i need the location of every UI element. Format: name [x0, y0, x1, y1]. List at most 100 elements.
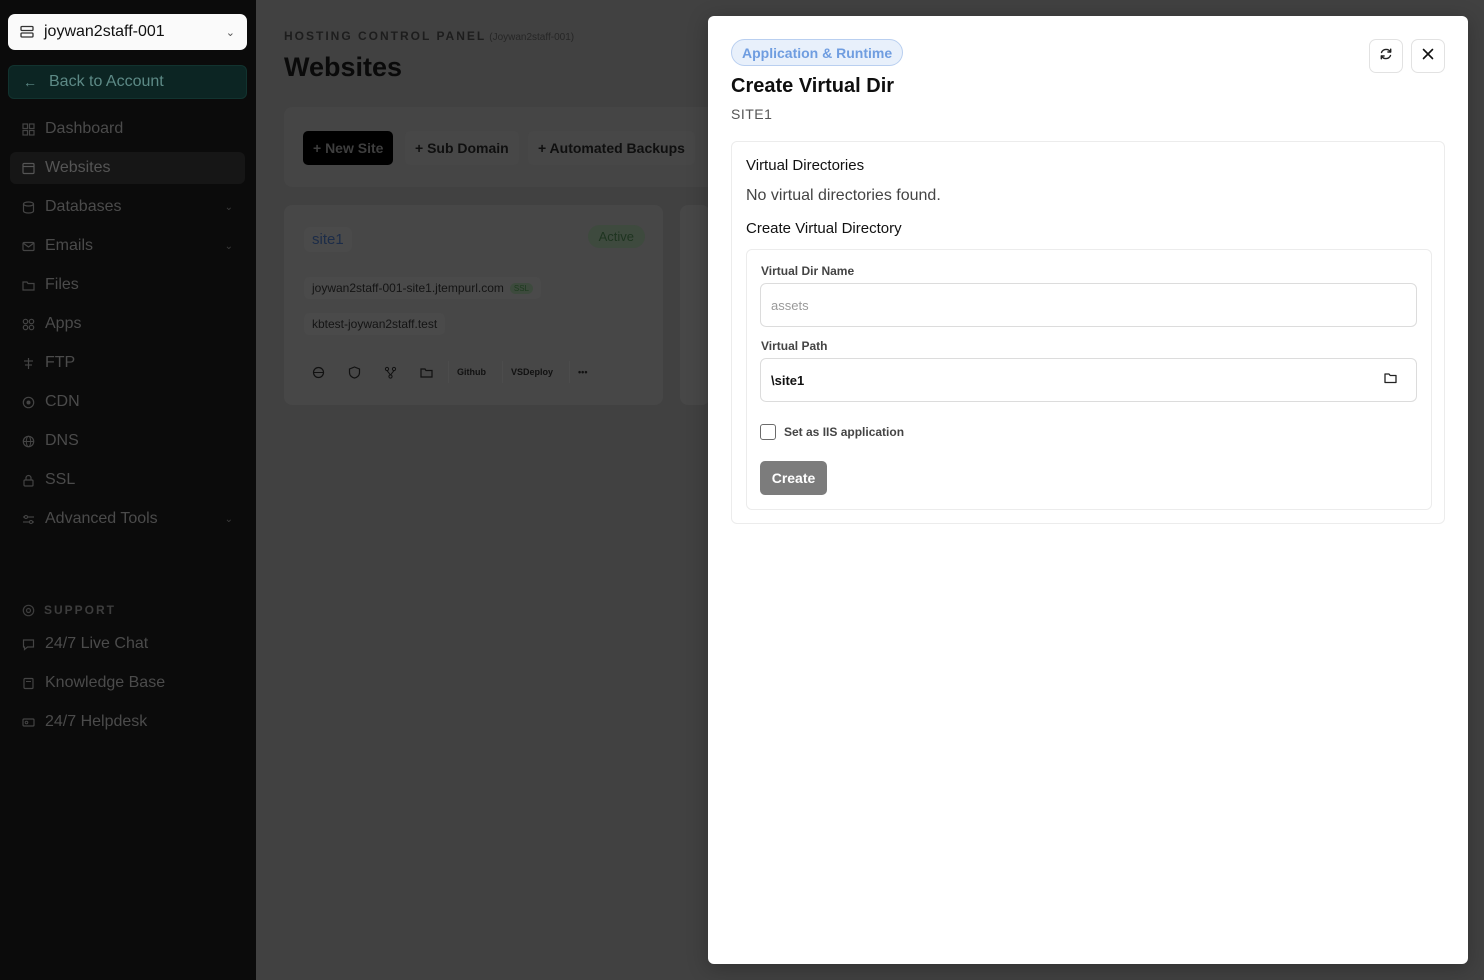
mail-icon	[22, 240, 35, 253]
close-button[interactable]	[1411, 39, 1445, 73]
sidebar-item-cdn[interactable]: CDN	[10, 386, 245, 418]
status-badge: Active	[587, 225, 645, 248]
domain-host: kbtest-joywan2staff.test	[312, 317, 438, 331]
chevron-down-icon: ⌄	[224, 513, 233, 525]
lock-icon	[22, 474, 35, 487]
site-card-actions: Github VSDeploy •••	[304, 361, 603, 383]
sidebar-item-label: Emails	[45, 237, 94, 254]
back-to-account-label: Back to Account	[49, 73, 164, 90]
book-icon	[22, 677, 35, 690]
site-card-partial	[680, 205, 710, 405]
sidebar-item-dashboard[interactable]: Dashboard	[10, 113, 245, 145]
modal-subtitle: SITE1	[731, 106, 773, 122]
sidebar-item-websites[interactable]: Websites	[10, 152, 245, 184]
virtual-path-label: Virtual Path	[761, 339, 828, 353]
git-branch-icon[interactable]	[376, 361, 404, 383]
folder-icon[interactable]	[412, 361, 440, 383]
sidebar-item-dns[interactable]: DNS	[10, 425, 245, 457]
server-icon	[20, 25, 34, 39]
ticket-icon	[22, 716, 35, 729]
sidebar-item-live-chat[interactable]: 24/7 Live Chat	[10, 628, 245, 660]
create-virtual-dir-modal: Application & Runtime Create Virtual Dir…	[708, 16, 1468, 964]
virtual-path-input[interactable]	[760, 358, 1365, 402]
sidebar-item-ssl[interactable]: SSL	[10, 464, 245, 496]
support-title-label: SUPPORT	[44, 603, 117, 617]
websites-toolbar: + New Site + Sub Domain + Automated Back…	[284, 107, 724, 187]
support-section-title: SUPPORT	[22, 603, 116, 617]
create-virtual-directory-heading: Create Virtual Directory	[746, 220, 902, 237]
grid-icon	[22, 122, 35, 136]
domain-chip[interactable]: joywan2staff-001-site1.jtempurl.com SSL	[304, 277, 541, 299]
sidebar-item-label: 24/7 Helpdesk	[45, 713, 148, 730]
new-site-button[interactable]: + New Site	[303, 131, 394, 165]
create-button[interactable]: Create	[760, 461, 827, 495]
category-badge: Application & Runtime	[731, 39, 904, 66]
globe-icon[interactable]	[304, 361, 332, 383]
sidebar-item-label: Files	[45, 276, 79, 293]
sub-domain-button[interactable]: + Sub Domain	[405, 131, 519, 165]
sidebar-item-label: FTP	[45, 354, 76, 371]
ssl-badge: SSL	[509, 282, 533, 294]
globe-icon	[22, 435, 35, 448]
page-eyebrow: HOSTING CONTROL PANEL (Joywan2staff-001)	[284, 29, 574, 43]
sidebar-item-label: Websites	[45, 159, 111, 176]
create-virtual-dir-form: Virtual Dir Name Virtual Path Set as IIS…	[746, 249, 1432, 510]
database-icon	[22, 200, 35, 214]
sidebar-item-label: Advanced Tools	[45, 510, 158, 527]
domain-chip[interactable]: kbtest-joywan2staff.test	[304, 313, 446, 335]
chevron-updown-icon: ⌄	[225, 26, 235, 39]
eyebrow-label: HOSTING CONTROL PANEL	[284, 29, 487, 43]
sidebar-item-label: Knowledge Base	[45, 674, 166, 691]
close-icon	[1422, 47, 1434, 65]
folder-icon	[1383, 371, 1397, 389]
sliders-icon	[22, 513, 35, 526]
refresh-button[interactable]	[1369, 39, 1403, 73]
page-title: Websites	[284, 52, 403, 82]
iis-application-option: Set as IIS application	[760, 424, 904, 440]
chat-icon	[22, 638, 35, 651]
iis-application-label: Set as IIS application	[784, 425, 905, 439]
sidebar-item-ftp[interactable]: FTP	[10, 347, 245, 379]
modal-title: Create Virtual Dir	[731, 75, 895, 97]
sidebar-item-knowledge-base[interactable]: Knowledge Base	[10, 667, 245, 699]
site-name-link[interactable]: site1	[304, 227, 352, 252]
account-name: joywan2staff-001	[44, 23, 165, 40]
sidebar-item-apps[interactable]: Apps	[10, 308, 245, 340]
virtual-dir-name-input[interactable]	[760, 283, 1417, 327]
browse-folder-button[interactable]	[1364, 358, 1417, 402]
browser-icon	[22, 162, 35, 175]
virtual-dir-name-label: Virtual Dir Name	[761, 264, 855, 278]
folder-icon	[22, 279, 35, 292]
refresh-icon	[1379, 47, 1393, 66]
chevron-down-icon: ⌄	[224, 240, 233, 252]
shield-icon[interactable]	[340, 361, 368, 383]
site-card: site1 Active joywan2staff-001-site1.jtem…	[284, 205, 663, 405]
sidebar-item-label: Databases	[45, 198, 122, 215]
github-button[interactable]: Github	[448, 361, 494, 383]
eyebrow-account: (Joywan2staff-001)	[489, 32, 575, 43]
sidebar-item-emails[interactable]: Emails ⌄	[10, 230, 245, 262]
sidebar: joywan2staff-001 ⌄ ← Back to Account Das…	[0, 0, 256, 980]
chevron-down-icon: ⌄	[224, 201, 233, 213]
sidebar-item-files[interactable]: Files	[10, 269, 245, 301]
sidebar-item-helpdesk[interactable]: 24/7 Helpdesk	[10, 706, 245, 738]
sidebar-item-label: 24/7 Live Chat	[45, 635, 149, 652]
more-actions-button[interactable]: •••	[569, 361, 595, 383]
sidebar-item-label: CDN	[45, 393, 80, 410]
sidebar-item-label: Apps	[45, 315, 82, 332]
sidebar-item-advanced-tools[interactable]: Advanced Tools ⌄	[10, 503, 245, 535]
cdn-icon	[22, 396, 35, 409]
empty-state-text: No virtual directories found.	[746, 187, 941, 204]
ftp-icon	[22, 357, 35, 370]
domain-host: joywan2staff-001-site1.jtempurl.com	[312, 281, 504, 295]
iis-application-checkbox[interactable]	[760, 424, 776, 440]
sidebar-item-databases[interactable]: Databases ⌄	[10, 191, 245, 223]
sidebar-item-label: SSL	[45, 471, 76, 488]
arrow-left-icon: ←	[23, 74, 37, 90]
vsdeploy-button[interactable]: VSDeploy	[502, 361, 561, 383]
sidebar-item-label: DNS	[45, 432, 79, 449]
back-to-account-button[interactable]: ← Back to Account	[8, 65, 247, 99]
virtual-directories-panel: Virtual Directories No virtual directori…	[731, 141, 1445, 524]
account-switcher[interactable]: joywan2staff-001 ⌄	[8, 14, 247, 50]
automated-backups-button[interactable]: + Automated Backups	[528, 131, 695, 165]
